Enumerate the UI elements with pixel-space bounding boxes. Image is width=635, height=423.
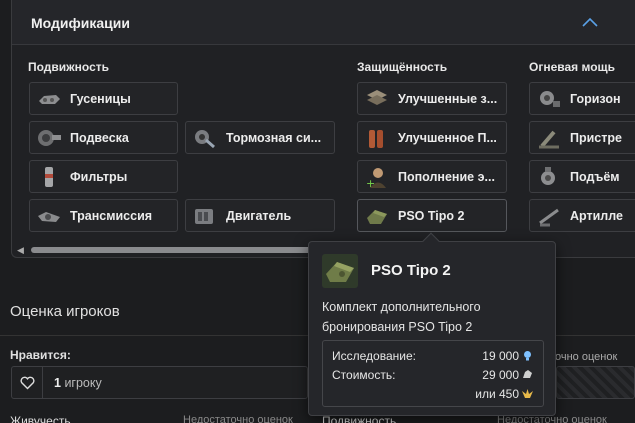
elevation-drive-icon bbox=[541, 166, 555, 185]
mod-tracks-button[interactable]: Гусеницы bbox=[29, 82, 178, 115]
mod-transmission-label: Трансмиссия bbox=[70, 208, 153, 223]
armor-parts-icon bbox=[367, 89, 387, 105]
artillery-icon bbox=[539, 208, 559, 226]
svg-text:+: + bbox=[366, 177, 375, 189]
mod-brakes-button[interactable]: Тормозная си... bbox=[185, 121, 335, 154]
tooltip-description: Комплект дополнительного бронирования PS… bbox=[322, 300, 481, 334]
research-label: Исследование: bbox=[332, 349, 416, 363]
mod-suspension-button[interactable]: Подвеска bbox=[29, 121, 178, 154]
armor-kit-icon bbox=[367, 209, 387, 224]
mod-pso-label: PSO Tipo 2 bbox=[398, 208, 465, 223]
modifications-title: Модификации bbox=[31, 15, 130, 31]
mod-improved-z-button[interactable]: Улучшенные з... bbox=[357, 82, 507, 115]
suspension-icon bbox=[38, 129, 61, 146]
column-title-protection: Защищённость bbox=[357, 60, 448, 74]
transmission-icon bbox=[38, 211, 60, 222]
insufficient-ratings-note: очно оценок bbox=[555, 351, 618, 363]
golden-eagle-icon bbox=[522, 389, 533, 398]
alt-cost-value: или 450 bbox=[475, 387, 519, 401]
mod-filters-button[interactable]: Фильтры bbox=[29, 160, 178, 193]
mod-brakes-label: Тормозная си... bbox=[226, 130, 322, 145]
like-widget: 1 игроку bbox=[11, 366, 308, 399]
silver-lion-icon bbox=[523, 370, 532, 378]
column-title-firepower: Огневая мощь bbox=[529, 60, 616, 74]
mod-filters-label: Фильтры bbox=[70, 169, 128, 184]
heart-icon[interactable] bbox=[12, 367, 43, 398]
mod-lift-button[interactable]: Подъём bbox=[529, 160, 635, 193]
mod-artillery-button[interactable]: Артилле bbox=[529, 199, 635, 232]
mod-improved-p-label: Улучшенное П... bbox=[398, 130, 497, 145]
mod-adjust-label: Пристре bbox=[570, 130, 622, 145]
column-title-mobility: Подвижность bbox=[28, 60, 110, 74]
mod-engine-button[interactable]: Двигатель bbox=[185, 199, 335, 232]
like-count-value: 1 bbox=[54, 376, 61, 390]
mod-lift-label: Подъём bbox=[570, 169, 620, 184]
likes-label: Нравится: bbox=[10, 348, 71, 362]
scrollbar-thumb[interactable] bbox=[31, 247, 331, 253]
filter-icon bbox=[45, 166, 53, 187]
cost-value: 29 000 bbox=[482, 368, 519, 382]
turret-drive-icon bbox=[540, 90, 560, 107]
engine-icon bbox=[195, 208, 213, 224]
mod-tracks-label: Гусеницы bbox=[70, 91, 131, 106]
armor-kit-icon bbox=[322, 254, 358, 288]
brakes-icon bbox=[195, 129, 215, 148]
tooltip-stats: Исследование: 19 000 Стоимость: 29 000 и… bbox=[322, 340, 544, 407]
mod-replenish-label: Пополнение э... bbox=[398, 169, 495, 184]
mod-adjust-button[interactable]: Пристре bbox=[529, 121, 635, 154]
modifications-header[interactable]: Модификации bbox=[12, 0, 635, 45]
research-value: 19 000 bbox=[482, 349, 519, 363]
research-point-icon bbox=[524, 351, 531, 361]
fire-extinguisher-icon bbox=[369, 129, 383, 148]
like-count: 1 игроку bbox=[54, 376, 102, 390]
mod-suspension-label: Подвеска bbox=[70, 130, 129, 145]
mod-engine-label: Двигатель bbox=[226, 208, 292, 223]
tooltip-title: PSO Tipo 2 bbox=[371, 262, 451, 279]
mod-improved-z-label: Улучшенные з... bbox=[398, 91, 498, 106]
mod-pso-button[interactable]: PSO Tipo 2 bbox=[357, 199, 507, 232]
cost-label: Стоимость: bbox=[332, 368, 396, 382]
mod-replenish-button[interactable]: + Пополнение э... bbox=[357, 160, 507, 193]
mod-artillery-label: Артилле bbox=[570, 208, 623, 223]
chevron-up-icon[interactable] bbox=[582, 16, 598, 28]
scroll-left-icon[interactable]: ◀ bbox=[17, 245, 24, 256]
rating-bar-placeholder bbox=[556, 366, 635, 399]
ratings-title: Оценка игроков bbox=[10, 303, 120, 320]
rating-row-survivability: Живучесть bbox=[10, 414, 71, 423]
tracks-icon bbox=[39, 94, 60, 104]
mod-improved-p-button[interactable]: Улучшенное П... bbox=[357, 121, 507, 154]
mod-horizontal-button[interactable]: Горизон bbox=[529, 82, 635, 115]
crew-replenish-icon: + bbox=[366, 167, 386, 189]
mod-transmission-button[interactable]: Трансмиссия bbox=[29, 199, 178, 232]
like-count-unit: игроку bbox=[64, 376, 102, 390]
module-tooltip: PSO Tipo 2 Комплект дополнительного брон… bbox=[308, 232, 556, 416]
mod-horizontal-label: Горизон bbox=[570, 91, 621, 106]
mortar-icon bbox=[539, 130, 559, 148]
rating-row-survivability-status: Недостаточно оценок bbox=[183, 414, 293, 423]
